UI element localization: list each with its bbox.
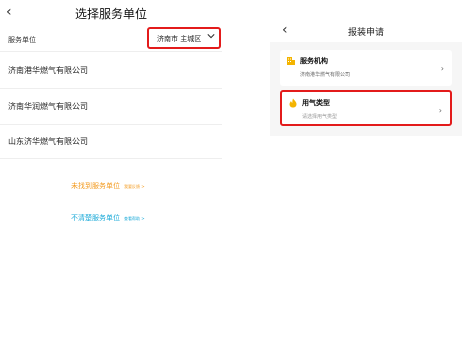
help-link[interactable]: 查看帮助 >: [124, 216, 145, 221]
flame-icon: [289, 98, 297, 108]
card-title: 服务机构: [300, 57, 328, 65]
nav-bar: ‹ 选择服务单位: [0, 4, 222, 26]
list-item-company-3[interactable]: 山东济华燃气有限公司: [0, 124, 222, 158]
page-title: 报装申请: [347, 28, 384, 38]
service-unit-panel: ‹ 选择服务单位 服务单位 济南市 主城区 济南港华燃气有限公司 济南华润燃气有…: [0, 0, 222, 356]
not-found-text: 未找到服务单位: [71, 182, 120, 190]
divider: [0, 51, 222, 52]
gas-type-card[interactable]: 用气类型 请选择用气类型 ›: [280, 90, 452, 126]
chevron-down-icon: [207, 34, 215, 39]
list-item-company-1[interactable]: 济南港华燃气有限公司: [0, 53, 222, 87]
list-item-company-2[interactable]: 济南华润燃气有限公司: [0, 89, 222, 123]
company-name: 济南港华燃气有限公司: [8, 66, 88, 75]
service-org-card[interactable]: 服务机构 济南港华燃气有限公司 ›: [280, 50, 452, 86]
card-subtitle: 请选择用气类型: [302, 114, 338, 120]
unclear-help[interactable]: 不清楚服务单位 查看帮助 >: [71, 213, 145, 223]
feedback-link[interactable]: 我要反馈 >: [124, 184, 145, 189]
city-selector-text: 济南市 主城区: [157, 35, 202, 43]
apply-panel: ‹ 报装申请 服务机构 济南港华燃气有限公司 › 用气类型 请选择用气类型 ›: [270, 0, 462, 356]
company-name: 山东济华燃气有限公司: [8, 137, 88, 146]
not-found-help[interactable]: 未找到服务单位 我要反馈 >: [71, 181, 145, 191]
card-title: 用气类型: [302, 99, 330, 107]
chevron-right-icon: ›: [440, 64, 444, 73]
card-subtitle: 济南港华燃气有限公司: [300, 72, 351, 78]
company-name: 济南华润燃气有限公司: [8, 102, 88, 111]
divider: [0, 158, 222, 159]
service-unit-label: 服务单位: [8, 36, 36, 44]
city-selector[interactable]: 济南市 主城区: [147, 27, 221, 49]
page-title: 选择服务单位: [74, 7, 147, 21]
chevron-right-icon: ›: [438, 106, 442, 115]
building-icon: [287, 57, 295, 65]
unclear-text: 不清楚服务单位: [71, 214, 120, 222]
